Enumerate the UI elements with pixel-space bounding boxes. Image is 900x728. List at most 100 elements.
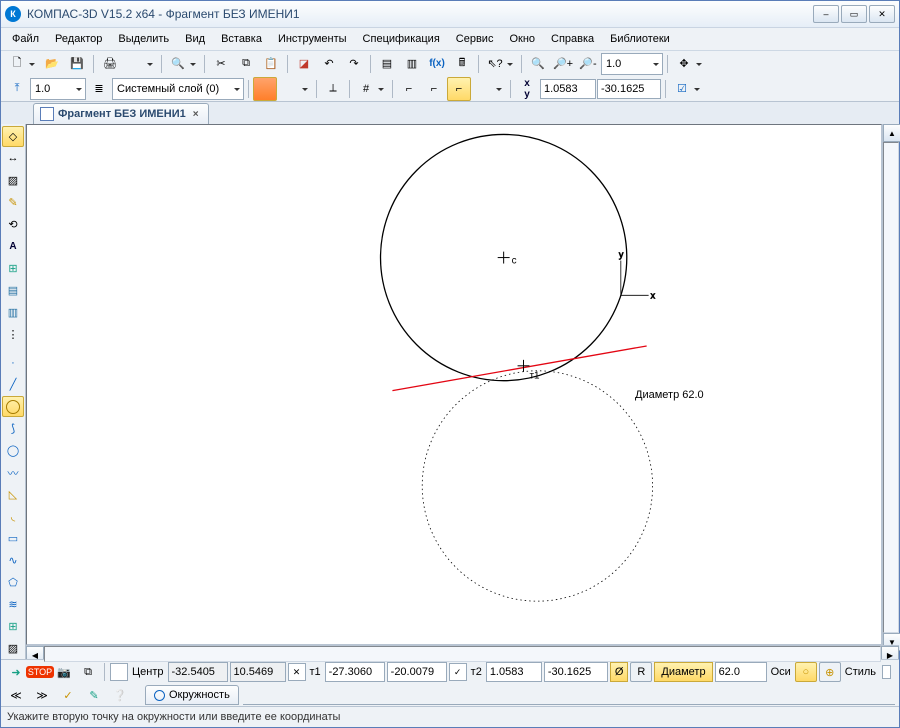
chamfer-tool-button[interactable]: ◺ [2,484,24,505]
cut-button[interactable]: ✂ [209,52,233,76]
scrollbar-horizontal[interactable]: ◀ ▶ [26,645,899,662]
center-x-field[interactable]: -32.5405 [168,662,228,682]
diameter-toggle[interactable]: Диаметр [654,662,712,682]
layers-button[interactable]: ≣ [87,77,111,101]
camera-button[interactable]: 📷 [53,661,75,683]
center-y-field[interactable]: 10.5469 [230,662,286,682]
minimize-button[interactable]: – [813,5,839,23]
menu-file[interactable]: Файл [5,31,46,47]
snapmode-button[interactable]: ⌐ [422,77,446,101]
menu-select[interactable]: Выделить [111,31,176,47]
circle-tool-button[interactable] [2,396,24,417]
calc-button[interactable]: 🖩 [450,52,474,76]
line-style-dropdown[interactable] [882,665,891,679]
color-button[interactable] [278,77,312,101]
zoom-in-button[interactable]: 🔎+ [551,52,575,76]
snap-button[interactable]: ⌐ [397,77,421,101]
point-tool-button[interactable]: · [2,352,24,373]
ellipse-tool-button[interactable]: ◯ [2,440,24,461]
axes-on-button[interactable]: ⊕ [819,662,841,682]
scrollbar-vertical[interactable]: ▲ ▼ [882,124,899,645]
menu-editor[interactable]: Редактор [48,31,109,47]
redo-button[interactable]: ↷ [342,52,366,76]
ucs-button[interactable]: ⤒ [5,77,29,101]
notation-panel-button[interactable]: ▨ [2,170,24,191]
brush-button[interactable]: ✎ [83,684,105,706]
copy-button[interactable]: ⧉ [234,52,258,76]
help-button[interactable]: ❔ [109,684,131,706]
dimensions-panel-button[interactable]: ↔ [2,148,24,169]
bezier-tool-button[interactable]: ∿ [2,550,24,571]
grid-button[interactable]: # [354,77,388,101]
spec-pos-button[interactable]: ▥ [400,52,424,76]
cursor-y-field[interactable]: -30.1625 [597,79,661,99]
menu-insert[interactable]: Вставка [214,31,269,47]
offset-tool-button[interactable]: ≋ [2,594,24,615]
text-panel-button[interactable]: A [2,236,24,257]
fx-button[interactable]: f(x) [425,52,449,76]
zoom-scale-dropdown[interactable]: 1.0 [601,53,663,75]
next-cmd-button[interactable]: ≫ [31,684,53,706]
constraints-button[interactable]: ☑ [670,77,704,101]
osnap-more-button[interactable] [472,77,506,101]
t2-x-field[interactable]: 1.0583 [486,662,542,682]
t2-y-field[interactable]: -30.1625 [544,662,608,682]
print-more-button[interactable] [123,52,157,76]
menu-spec[interactable]: Спецификация [356,31,447,47]
save-button[interactable]: 💾 [65,52,89,76]
view-scale-dropdown[interactable]: 1.0 [30,78,86,100]
axes-off-button[interactable]: ○ [795,662,817,682]
command-tab[interactable]: Окружность [145,685,239,705]
params-panel-button[interactable]: ⟲ [2,214,24,235]
zoom-out-button[interactable]: 🔎- [576,52,600,76]
table-panel-button[interactable]: ⊞ [2,258,24,279]
maximize-button[interactable]: ▭ [841,5,867,23]
ortho-button[interactable]: ⟂ [321,77,345,101]
spline-tool-button[interactable]: 〰 [2,462,24,483]
polygon-tool-button[interactable]: ⬠ [2,572,24,593]
radius-mode-button[interactable]: R [630,662,652,682]
menu-libraries[interactable]: Библиотеки [603,31,677,47]
aux-panel-button[interactable]: ⋮ [2,324,24,345]
layer-dropdown[interactable]: Системный слой (0) [112,78,244,100]
diameter-mode-button[interactable]: Ø [610,662,629,682]
geometry-panel-button[interactable]: ◇ [2,126,24,147]
drawing-canvas[interactable]: c y x [26,124,882,645]
edit-panel-button[interactable]: ✎ [2,192,24,213]
interrupt-button[interactable]: ➜ [5,661,27,683]
spec-obj-button[interactable]: ▤ [375,52,399,76]
t1-x-field[interactable]: -27.3060 [325,662,385,682]
new-button[interactable]: 🗋 [5,52,39,76]
scroll-up-button[interactable]: ▲ [883,124,900,142]
menu-service[interactable]: Сервис [449,31,501,47]
eraser-button[interactable]: ◪ [292,52,316,76]
t1-y-field[interactable]: -20.0079 [387,662,447,682]
fillet-tool-button[interactable]: ◟ [2,506,24,527]
document-tab[interactable]: Фрагмент БЕЗ ИМЕНИ1 × [33,103,209,124]
close-button[interactable]: ✕ [869,5,895,23]
center-lock-checkbox[interactable] [110,663,128,681]
arc-tool-button[interactable]: ⟆ [2,418,24,439]
menu-tools[interactable]: Инструменты [271,31,354,47]
zoom-window-button[interactable]: 🔍 [526,52,550,76]
undo-button[interactable]: ↶ [317,52,341,76]
spec-panel-button[interactable]: ▤ [2,280,24,301]
t1-lock-checkbox[interactable]: ✕ [288,663,306,681]
line-tool-button[interactable]: ╱ [2,374,24,395]
t2-lock-checkbox[interactable]: ✓ [449,663,467,681]
menu-help[interactable]: Справка [544,31,601,47]
pan-button[interactable]: ✥ [672,52,706,76]
tab-close-button[interactable]: × [190,108,202,120]
pointer-help-button[interactable]: ⇖? [483,52,517,76]
open-button[interactable]: 📂 [40,52,64,76]
preview-button[interactable]: 🔍 [166,52,200,76]
hatch-tool-button[interactable]: ▨ [2,638,24,659]
prev-cmd-button[interactable]: ≪ [5,684,27,706]
cursor-x-field[interactable]: 1.0583 [540,79,596,99]
menu-window[interactable]: Окно [502,31,542,47]
osnap-active-button[interactable]: ⌐ [447,77,471,101]
diameter-value-field[interactable]: 62.0 [715,662,767,682]
rect-tool-button[interactable]: ▭ [2,528,24,549]
print-button[interactable]: 🖨 [98,52,122,76]
paste-button[interactable]: 📋 [259,52,283,76]
